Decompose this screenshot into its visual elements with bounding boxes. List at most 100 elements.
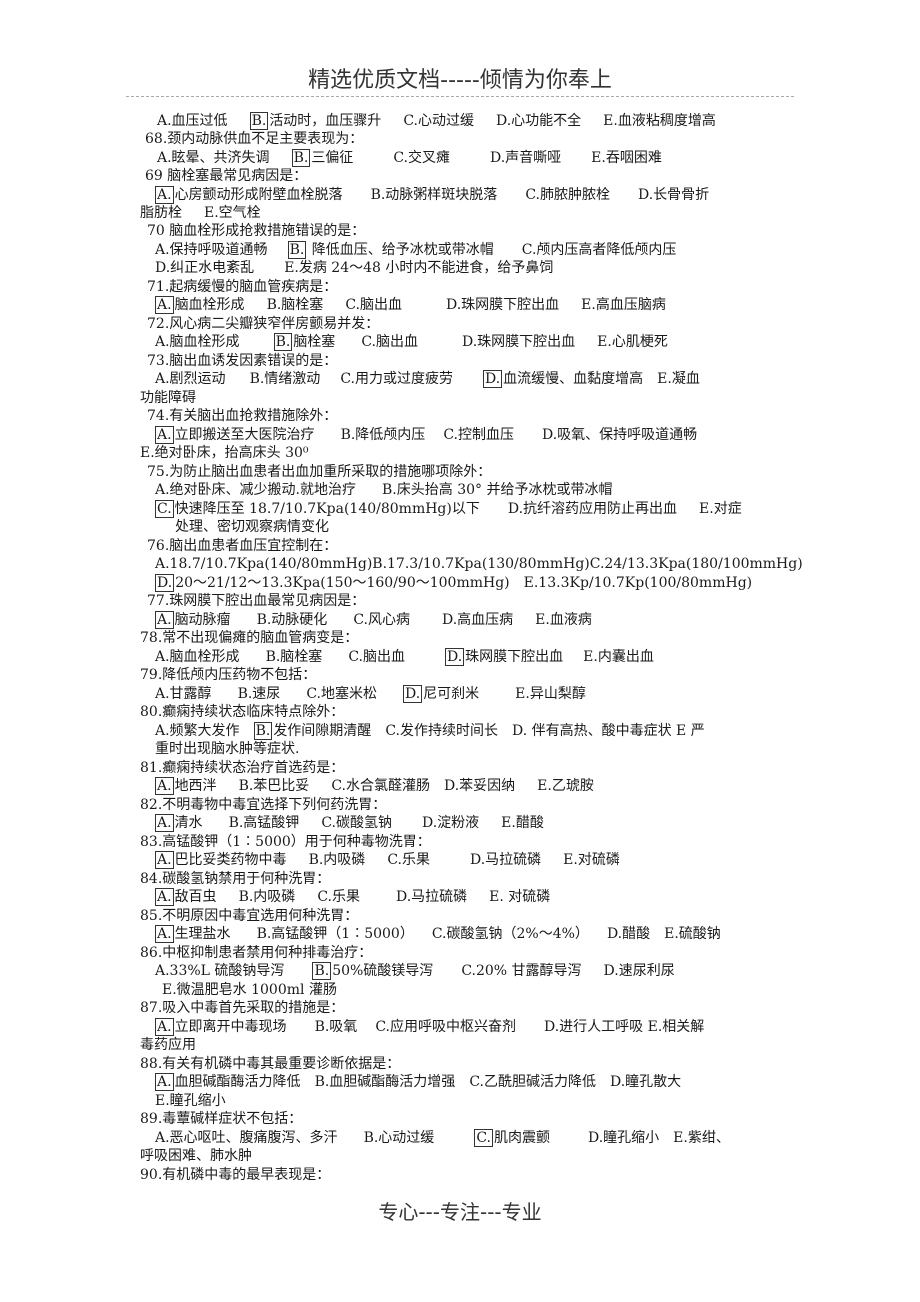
text-run: E.异山梨醇 bbox=[515, 686, 586, 702]
text-run: C.肺脓肿脓栓 bbox=[525, 187, 610, 203]
text-run: D.抗纤溶药应用防止再出血 bbox=[507, 501, 678, 517]
text-run: 90.有机磷中毒的最早表现是： bbox=[140, 1167, 331, 1183]
text-run: B.脑栓塞 bbox=[266, 297, 324, 313]
text-line: D. 20～21/12～13.3Kpa(150～160/90～100mmHg) E.… bbox=[155, 574, 752, 592]
text-line: 69 脑栓塞最常见病因是： bbox=[145, 167, 307, 185]
text-line: 76.脑出血患者血压宜控制在： bbox=[147, 537, 337, 555]
text-run: 毒药应用 bbox=[140, 1037, 196, 1053]
text-run: A.甘露醇 bbox=[155, 686, 212, 702]
text-run: E.绝对卧床，抬高床头 30⁰ bbox=[140, 445, 309, 461]
text-line: 77.珠网膜下腔出血最常见病因是： bbox=[147, 592, 365, 610]
text-run: D.进行人工呼吸 E.相关解 bbox=[543, 1019, 705, 1035]
text-run: A.频繁大发作 bbox=[155, 723, 240, 739]
text-line: 72.风心病二尖瓣狭窄伴房颤易并发： bbox=[147, 315, 379, 333]
text-run: B.高锰酸钾 bbox=[228, 815, 300, 831]
answer-marker: C. bbox=[155, 500, 174, 518]
answer-marker: D. bbox=[155, 574, 175, 592]
text-run: D.吸氧、保持呼吸道通畅 bbox=[541, 427, 698, 443]
text-run: 89.毒蕈碱样症状不包括： bbox=[140, 1111, 303, 1127]
text-line: A. 清水 B.高锰酸钾 C.碳酸氢钠 D.淀粉液 E.醋酸 bbox=[155, 814, 544, 832]
text-run: C.脑出血 bbox=[345, 297, 402, 313]
text-run: E.凝血 bbox=[657, 371, 700, 387]
text-run: 敌百虫 bbox=[174, 889, 217, 905]
text-run: 74.有关脑出血抢救措施除外： bbox=[147, 408, 338, 424]
text-line: A.脑血栓形成 B.脑栓塞 C.脑出血 D. 珠网膜下腔出血 E.内囊出血 bbox=[155, 648, 654, 666]
text-line: 73.脑出血诱发因素错误的是： bbox=[147, 352, 337, 370]
answer-marker: B. bbox=[312, 962, 332, 980]
text-run: E.发病 24～48 小时内不能进食，给予鼻饲 bbox=[284, 260, 554, 276]
text-run: E.醋酸 bbox=[501, 815, 544, 831]
text-run: A.18.7/10.7Kpa(140/80mmHg)B.17.3/10.7Kpa… bbox=[155, 556, 803, 572]
text-run: 72.风心病二尖瓣狭窄伴房颤易并发： bbox=[147, 316, 380, 332]
text-line: E.瞳孔缩小 bbox=[155, 1092, 226, 1110]
answer-marker: A. bbox=[155, 1073, 174, 1091]
text-run: 83.高锰酸钾（1∶5000）用于何种毒物洗胃： bbox=[140, 834, 431, 850]
text-run: 处理、密切观察病情变化 bbox=[175, 519, 329, 535]
text-run: 立即搬送至大医院治疗 bbox=[174, 427, 315, 443]
text-line: A.甘露醇 B.速尿 C.地塞米松 D. 尼可刹米 E.异山梨醇 bbox=[155, 685, 586, 703]
text-run: D.速尿利尿 bbox=[603, 963, 675, 979]
text-run: A.剧烈运动 bbox=[155, 371, 226, 387]
text-run: B.动脉粥样斑块脱落 bbox=[370, 187, 498, 203]
text-run: E.乙琥胺 bbox=[537, 778, 594, 794]
text-run: 活动时，血压骤升 bbox=[269, 113, 382, 129]
text-run: 78.常不出现偏瘫的脑血管病变是： bbox=[140, 630, 359, 646]
text-run: E.血液病 bbox=[535, 612, 592, 628]
text-run: D.珠网膜下腔出血 bbox=[461, 334, 576, 350]
text-run: D.醋酸 bbox=[606, 926, 651, 942]
text-line: 82.不明毒物中毒宜选择下列何药洗胃： bbox=[140, 796, 386, 814]
text-run: B.动脉硬化 bbox=[256, 612, 328, 628]
text-run: 立即离开中毒现场 bbox=[174, 1019, 287, 1035]
text-run: E.13.3Kp/10.7Kp(100/80mmHg) bbox=[523, 575, 753, 591]
text-run: 快速降压至 18.7/10.7Kpa(140/80mmHg)以下 bbox=[174, 501, 480, 517]
text-run: 降低血压、给予冰枕或带冰帽 bbox=[307, 242, 494, 258]
text-run: 20～21/12～13.3Kpa(150～160/90～100mmHg) bbox=[175, 575, 510, 591]
text-line: A. 脑血栓形成 B.脑栓塞 C.脑出血 D.珠网膜下腔出血 E.高血压脑病 bbox=[155, 296, 666, 314]
text-line: A.绝对卧床、减少搬动.就地治疗 B.床头抬高 30° 并给予冰枕或带冰帽 bbox=[155, 481, 612, 499]
text-run: 71.起病缓慢的脑血管疾病是： bbox=[147, 279, 338, 295]
answer-marker: A. bbox=[155, 296, 174, 314]
text-run: A.恶心呕吐、腹痛腹泻、多汗 bbox=[155, 1130, 338, 1146]
answer-marker: A. bbox=[155, 814, 174, 832]
text-run: C.20% 甘露醇导泻 bbox=[461, 963, 582, 979]
text-run: 生理盐水 bbox=[174, 926, 231, 942]
text-run: D. 伴有高热、酸中毒症状 E 严 bbox=[511, 723, 705, 739]
answer-marker: B. bbox=[249, 112, 269, 130]
text-run: 地西泮 bbox=[174, 778, 217, 794]
text-line: 71.起病缓慢的脑血管疾病是： bbox=[147, 278, 337, 296]
text-run: B.情绪激动 bbox=[249, 371, 321, 387]
text-line: A. 血胆碱酯酶活力降低 B.血胆碱酯酶活力增强 C.乙酰胆碱活力降低 D.瞳孔散大 bbox=[155, 1073, 681, 1091]
text-line: A. 心房颤动形成附壁血栓脱落 B.动脉粥样斑块脱落 C.肺脓肿脓栓 D.长骨骨折 bbox=[155, 186, 709, 204]
text-run: A.脑血栓形成 bbox=[155, 334, 240, 350]
text-run: A.脑血栓形成 bbox=[155, 649, 240, 665]
text-run: C.乐果 bbox=[317, 889, 360, 905]
text-run: C.脑出血 bbox=[361, 334, 418, 350]
text-line: 78.常不出现偏瘫的脑血管病变是： bbox=[140, 629, 358, 647]
text-run: E.对硫磷 bbox=[563, 852, 620, 868]
text-line: A.保持呼吸道通畅 B. 降低血压、给予冰枕或带冰帽 C.颅内压高者降低颅内压 bbox=[155, 241, 676, 259]
text-run: E.紫绀、 bbox=[673, 1130, 730, 1146]
text-run: C.心动过缓 bbox=[403, 113, 474, 129]
page-footer: 专心---专注---专业 bbox=[378, 1200, 542, 1224]
text-run: 尼可刹米 bbox=[423, 686, 480, 702]
text-run: A.保持呼吸道通畅 bbox=[155, 242, 268, 258]
text-line: E.微温肥皂水 1000ml 灌肠 bbox=[162, 981, 337, 999]
text-run: 81.癫痫持续状态治疗首选药是： bbox=[140, 760, 345, 776]
text-run: B.内吸磷 bbox=[238, 889, 296, 905]
answer-marker: A. bbox=[155, 1018, 174, 1036]
text-run: A.血压过低 bbox=[157, 113, 228, 129]
text-line: 脂肪栓 E.空气栓 bbox=[140, 204, 261, 222]
text-run: B.血胆碱酯酶活力增强 bbox=[314, 1074, 456, 1090]
text-run: 68.颈内动脉供血不足主要表现为： bbox=[145, 131, 364, 147]
text-run: C.碳酸氢钠 bbox=[321, 815, 392, 831]
text-run: A.眩晕、共济失调 bbox=[157, 150, 270, 166]
page-header: 精选优质文档-----倾情为你奉上 bbox=[308, 68, 612, 93]
answer-marker: A. bbox=[155, 851, 174, 869]
text-line: 84.碳酸氢钠禁用于何种洗胃： bbox=[140, 870, 330, 888]
text-line: 88.有关有机磷中毒其最重要诊断依据是： bbox=[140, 1055, 400, 1073]
text-run: D.心功能不全 bbox=[495, 113, 582, 129]
text-run: 血胆碱酯酶活力降低 bbox=[174, 1074, 301, 1090]
answer-marker: A. bbox=[155, 611, 174, 629]
text-run: 重时出现脑水肿等症状. bbox=[155, 741, 300, 757]
text-run: D.声音嘶哑 bbox=[489, 150, 562, 166]
